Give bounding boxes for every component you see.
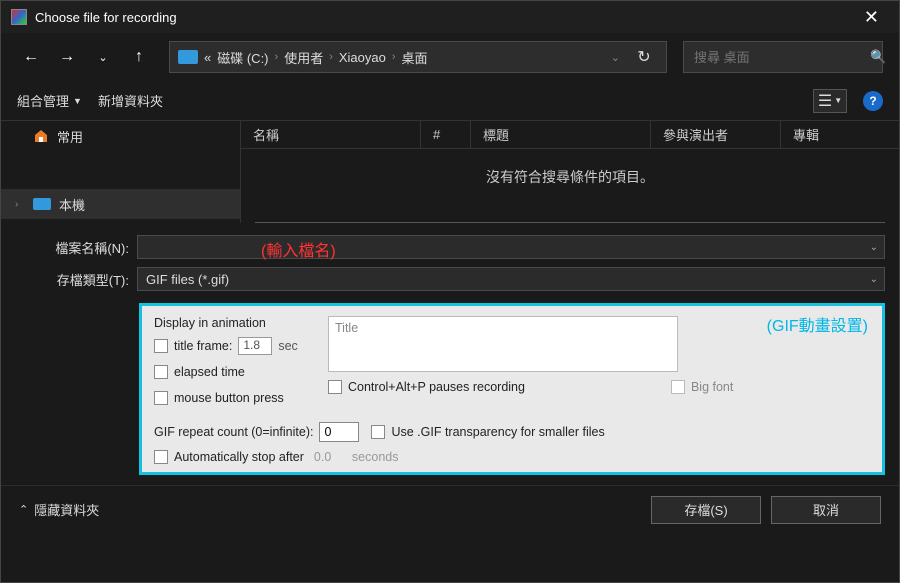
- transparency-label: Use .GIF transparency for smaller files: [391, 425, 604, 439]
- chevron-down-icon[interactable]: ⌄: [870, 242, 878, 253]
- auto-stop-checkbox[interactable]: [154, 450, 168, 464]
- col-title[interactable]: 標題: [471, 121, 651, 148]
- filetype-value: GIF files (*.gif): [146, 272, 229, 287]
- title-placeholder: Title: [335, 321, 358, 335]
- chevron-down-icon[interactable]: ⌄: [870, 274, 878, 285]
- navbar: ← → ⌄ ↑ « 磁碟 (C:) › 使用者 › Xiaoyao › 桌面 ⌄…: [1, 33, 899, 81]
- save-dialog: Choose file for recording ✕ ← → ⌄ ↑ « 磁碟…: [0, 0, 900, 583]
- save-button[interactable]: 存檔(S): [651, 496, 761, 524]
- pause-hotkey-checkbox[interactable]: [328, 380, 342, 394]
- auto-stop-value[interactable]: 0.0: [310, 450, 346, 464]
- repeat-count-input[interactable]: [319, 422, 359, 442]
- address-bar[interactable]: « 磁碟 (C:) › 使用者 › Xiaoyao › 桌面 ⌄ ↻: [169, 41, 667, 73]
- chevron-down-icon: ▼: [834, 96, 842, 105]
- col-number[interactable]: #: [421, 121, 471, 148]
- hide-folders-label: 隱藏資料夾: [34, 500, 99, 519]
- filename-input[interactable]: ⌄: [137, 235, 885, 259]
- big-font-label: Big font: [691, 380, 733, 394]
- cancel-button[interactable]: 取消: [771, 496, 881, 524]
- elapsed-time-label: elapsed time: [174, 365, 245, 379]
- mouse-press-label: mouse button press: [174, 391, 284, 405]
- chevron-up-icon: ⌃: [19, 503, 28, 516]
- up-icon[interactable]: ↑: [125, 43, 153, 71]
- col-album[interactable]: 專輯: [781, 121, 899, 148]
- sidebar: 常用 › 本機: [1, 121, 241, 223]
- big-font-checkbox[interactable]: [671, 380, 685, 394]
- home-icon: [33, 128, 49, 144]
- view-button[interactable]: ☰ ▼: [813, 89, 847, 113]
- field-rows: 檔案名稱(N): ⌄ (輸入檔名) 存檔類型(T): GIF files (*.…: [1, 223, 899, 303]
- crumb-item[interactable]: 桌面: [402, 48, 428, 67]
- col-name[interactable]: 名稱: [241, 121, 421, 148]
- close-icon[interactable]: ✕: [854, 7, 889, 28]
- title-frame-value[interactable]: 1.8: [238, 337, 272, 355]
- col-artist[interactable]: 參與演出者: [651, 121, 781, 148]
- search-box[interactable]: 🔍: [683, 41, 883, 73]
- body: 常用 › 本機 名稱 # 標題 參與演出者 專輯 沒有符合搜尋條件的項目。: [1, 121, 899, 223]
- filetype-select[interactable]: GIF files (*.gif) ⌄: [137, 267, 885, 291]
- recent-dropdown-icon[interactable]: ⌄: [89, 43, 117, 71]
- pc-icon: [33, 198, 51, 210]
- gif-options-panel: (GIF動畫設置) Display in animation title fra…: [139, 303, 885, 475]
- crumb-item[interactable]: Xiaoyao: [339, 50, 386, 65]
- help-icon[interactable]: ?: [863, 91, 883, 111]
- sidebar-item-frequent[interactable]: 常用: [1, 121, 240, 151]
- chevron-right-icon: ›: [329, 51, 333, 63]
- titlebar: Choose file for recording ✕: [1, 1, 899, 33]
- list-view-icon: ☰: [818, 91, 832, 111]
- breadcrumb: « 磁碟 (C:) › 使用者 › Xiaoyao › 桌面: [204, 48, 428, 67]
- search-icon[interactable]: 🔍: [870, 49, 886, 65]
- sidebar-item-thispc[interactable]: › 本機: [1, 189, 240, 219]
- title-textbox[interactable]: Title: [328, 316, 678, 372]
- pause-hotkey-label: Control+Alt+P pauses recording: [348, 380, 525, 394]
- new-folder-button[interactable]: 新增資料夾: [98, 91, 163, 110]
- footer: ⌃ 隱藏資料夾 存檔(S) 取消: [1, 485, 899, 533]
- crumb-item[interactable]: 使用者: [284, 48, 323, 67]
- sidebar-item-label: 常用: [57, 127, 83, 146]
- app-icon: [11, 9, 27, 25]
- crumb-item[interactable]: 磁碟 (C:): [217, 48, 268, 67]
- filetype-label: 存檔類型(T):: [15, 270, 129, 289]
- filename-label: 檔案名稱(N):: [15, 238, 129, 257]
- back-icon[interactable]: ←: [17, 43, 45, 71]
- sidebar-item-label: 本機: [59, 195, 85, 214]
- list-header: 名稱 # 標題 參與演出者 專輯: [241, 121, 899, 149]
- drive-icon: [178, 50, 198, 64]
- chevron-right-icon: ›: [275, 51, 279, 63]
- hide-folders-button[interactable]: ⌃ 隱藏資料夾: [19, 500, 99, 519]
- title-frame-checkbox[interactable]: [154, 339, 168, 353]
- chevron-down-icon: ▼: [73, 96, 82, 106]
- search-input[interactable]: [694, 50, 870, 65]
- window-title: Choose file for recording: [35, 10, 854, 25]
- chevron-down-icon[interactable]: ⌄: [611, 51, 620, 64]
- toolbar: 組合管理 ▼ 新增資料夾 ☰ ▼ ?: [1, 81, 899, 121]
- crumb-prefix: «: [204, 50, 211, 65]
- sec-label: sec: [278, 339, 297, 353]
- transparency-checkbox[interactable]: [371, 425, 385, 439]
- repeat-count-label: GIF repeat count (0=infinite):: [154, 425, 313, 439]
- file-list: 名稱 # 標題 參與演出者 專輯 沒有符合搜尋條件的項目。: [241, 121, 899, 223]
- title-frame-label: title frame:: [174, 339, 232, 353]
- elapsed-time-checkbox[interactable]: [154, 365, 168, 379]
- forward-icon[interactable]: →: [53, 43, 81, 71]
- auto-stop-label: Automatically stop after: [174, 450, 304, 464]
- empty-message: 沒有符合搜尋條件的項目。: [241, 149, 899, 222]
- seconds-label: seconds: [352, 450, 399, 464]
- chevron-right-icon[interactable]: ›: [15, 199, 25, 210]
- display-group-label: Display in animation: [154, 316, 308, 330]
- refresh-icon[interactable]: ↻: [630, 47, 658, 67]
- mouse-press-checkbox[interactable]: [154, 391, 168, 405]
- chevron-right-icon: ›: [392, 51, 396, 63]
- organize-button[interactable]: 組合管理 ▼: [17, 91, 82, 110]
- organize-label: 組合管理: [17, 91, 69, 110]
